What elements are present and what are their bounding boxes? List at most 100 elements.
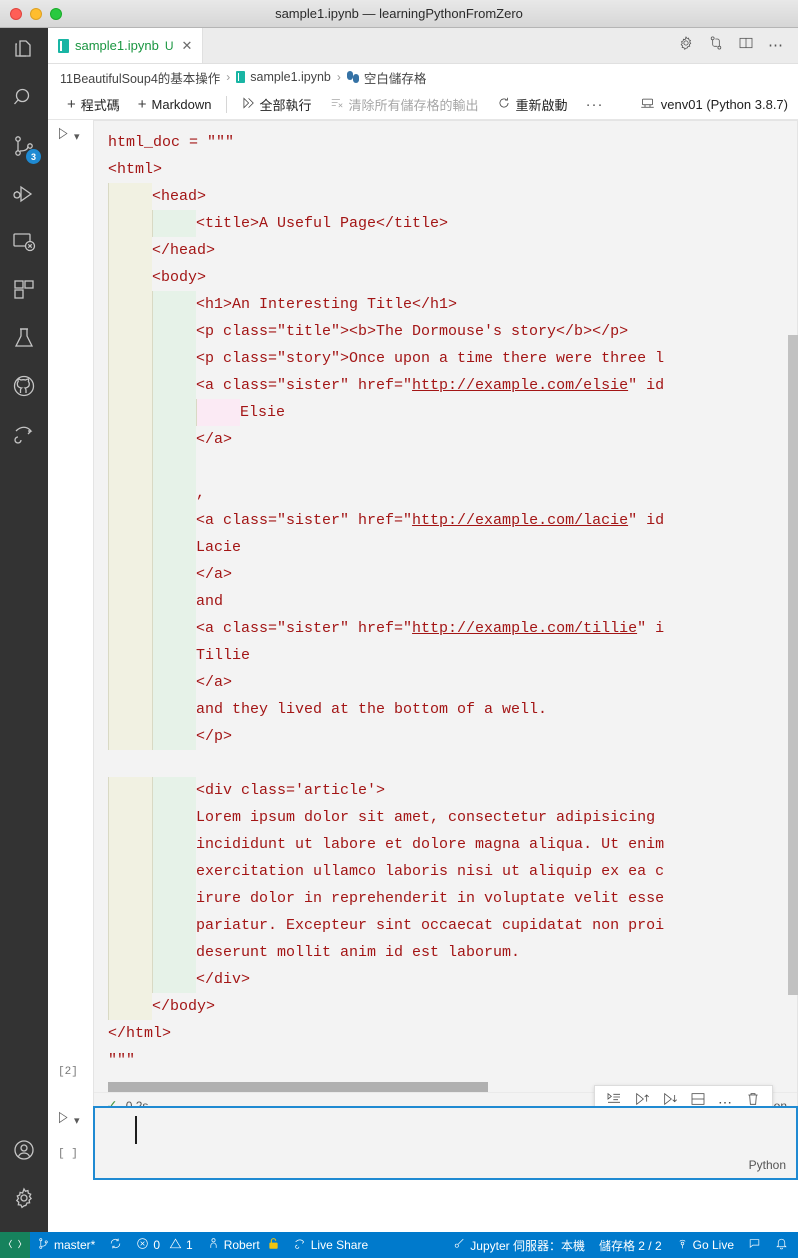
cell-2-language[interactable]: Python	[749, 1158, 786, 1172]
breadcrumb-item-cell[interactable]: 空白儲存格	[346, 68, 426, 87]
more-actions-icon[interactable]: ⋯	[768, 38, 784, 53]
status-cell-count[interactable]: 儲存格 2 / 2	[592, 1232, 669, 1258]
cell-1-code[interactable]: html_doc = """ <html> <head> <title>A Usefu…	[94, 121, 797, 1078]
code-line[interactable]: </p>	[94, 723, 797, 750]
code-line[interactable]: <h1>An Interesting Title</h1>	[94, 291, 797, 318]
breadcrumb-item-file[interactable]: sample1.ipynb	[236, 70, 331, 84]
code-line[interactable]: </a>	[94, 669, 797, 696]
code-line[interactable]: <title>A Useful Page</title>	[94, 210, 797, 237]
toolbar-more-button[interactable]: ···	[577, 97, 613, 112]
tab-sample1-ipynb[interactable]: sample1.ipynb U ✕	[48, 28, 204, 63]
status-branch[interactable]: master*	[30, 1232, 102, 1258]
sidebar-item-remote-explorer[interactable]	[0, 220, 48, 268]
cell-1-editor[interactable]: html_doc = """ <html> <head> <title>A Usefu…	[93, 120, 798, 1119]
status-sync[interactable]	[102, 1232, 129, 1258]
code-link[interactable]: http://example.com/tillie	[412, 620, 637, 637]
sidebar-item-accounts[interactable]	[0, 1128, 48, 1176]
breadcrumb-item-folder[interactable]: 11BeautifulSoup4的基本操作	[60, 68, 220, 87]
code-line[interactable]: Lacie	[94, 534, 797, 561]
code-line[interactable]: <p class="title"><b>The Dormouse's story…	[94, 318, 797, 345]
sidebar-item-manage-settings[interactable]	[0, 1176, 48, 1224]
scrollbar-thumb[interactable]	[788, 335, 798, 995]
code-line[interactable]: </a>	[94, 561, 797, 588]
title-bar: sample1.ipynb — learningPythonFromZero	[0, 0, 798, 28]
code-line[interactable]: and	[94, 588, 797, 615]
code-line[interactable]: incididunt ut labore et dolore magna ali…	[94, 831, 797, 858]
indent-guide-3	[196, 399, 240, 426]
remote-indicator-button[interactable]	[0, 1232, 30, 1258]
notebook-vertical-scrollbar[interactable]	[788, 120, 798, 1232]
code-line[interactable]: pariatur. Excepteur sint occaecat cupida…	[94, 912, 797, 939]
sidebar-item-explorer[interactable]	[0, 28, 48, 76]
code-line[interactable]: and they lived at the bottom of a well.	[94, 696, 797, 723]
sidebar-item-live-share[interactable]	[0, 412, 48, 460]
run-all-button[interactable]: 全部執行	[232, 95, 321, 114]
code-line[interactable]: </body>	[94, 993, 797, 1020]
add-code-cell-button[interactable]: + 程式碼	[58, 95, 129, 114]
code-line[interactable]: </html>	[94, 1020, 797, 1047]
code-line[interactable]: deserunt mollit anim id est laborum.	[94, 939, 797, 966]
status-feedback[interactable]	[741, 1232, 768, 1258]
code-link[interactable]: http://example.com/elsie	[412, 377, 628, 394]
code-line[interactable]: irure dolor in reprehenderit in voluptat…	[94, 885, 797, 912]
split-editor-icon[interactable]	[738, 35, 754, 56]
code-line[interactable]: <p class="story">Once upon a time there …	[94, 345, 797, 372]
code-line[interactable]: <a class="sister" href="http://example.c…	[94, 372, 797, 399]
sidebar-item-search[interactable]	[0, 76, 48, 124]
indent-guide-2	[152, 480, 196, 507]
kernel-selector[interactable]: venv01 (Python 3.8.7)	[640, 96, 798, 114]
code-line[interactable]: html_doc = """	[94, 129, 797, 156]
code-gutter-pad	[94, 615, 108, 642]
sidebar-item-source-control[interactable]: 3	[0, 124, 48, 172]
cell-2-input-area[interactable]	[95, 1108, 796, 1152]
code-line[interactable]: """	[94, 1047, 797, 1074]
code-gutter-pad	[94, 453, 108, 480]
code-line[interactable]: Lorem ipsum dolor sit amet, consectetur …	[94, 804, 797, 831]
code-line[interactable]: </head>	[94, 237, 797, 264]
code-gutter-pad	[94, 669, 108, 696]
restart-kernel-button[interactable]: 重新啟動	[488, 95, 577, 114]
cell-1-run-controls[interactable]: ▾	[55, 126, 95, 146]
code-line[interactable]: <div class='article'>	[94, 777, 797, 804]
code-line[interactable]: Tillie	[94, 642, 797, 669]
code-line[interactable]: </a>	[94, 426, 797, 453]
chevron-down-icon[interactable]: ▾	[74, 130, 80, 143]
cell-2-editor[interactable]: Python	[93, 1106, 798, 1180]
cell-2-run-controls[interactable]: ▾	[55, 1110, 95, 1130]
status-live-share[interactable]: Live Share	[287, 1232, 375, 1258]
code-line[interactable]	[94, 750, 797, 777]
diff-icon[interactable]	[708, 35, 724, 56]
sidebar-item-testing[interactable]	[0, 316, 48, 364]
status-problems[interactable]: 0 1	[129, 1232, 199, 1258]
code-line[interactable]: <html>	[94, 156, 797, 183]
code-line[interactable]: <body>	[94, 264, 797, 291]
sidebar-item-extensions[interactable]	[0, 268, 48, 316]
more-icon[interactable]: ⋯	[718, 1095, 733, 1109]
code-line[interactable]: <head>	[94, 183, 797, 210]
run-cell-icon[interactable]	[55, 1110, 70, 1130]
code-line[interactable]	[94, 453, 797, 480]
tab-close-button[interactable]: ✕	[182, 38, 193, 54]
cell-1-horizontal-scrollbar[interactable]	[108, 1082, 488, 1092]
run-cell-icon[interactable]	[55, 126, 70, 146]
code-gutter-pad	[94, 129, 108, 156]
sidebar-item-run-and-debug[interactable]	[0, 172, 48, 220]
gear-icon[interactable]	[678, 35, 694, 56]
code-gutter-pad	[94, 534, 108, 561]
code-line[interactable]: <a class="sister" href="http://example.c…	[94, 615, 797, 642]
chevron-down-icon[interactable]: ▾	[74, 1114, 80, 1127]
broadcast-icon	[676, 1237, 689, 1253]
status-user[interactable]: Robert	[200, 1232, 287, 1258]
code-line[interactable]: <a class="sister" href="http://example.c…	[94, 507, 797, 534]
status-jupyter-server[interactable]: Jupyter 伺服器：本機	[446, 1232, 592, 1258]
status-notifications[interactable]	[768, 1232, 798, 1258]
code-line[interactable]: exercitation ullamco laboris nisi ut ali…	[94, 858, 797, 885]
clear-outputs-button[interactable]: 清除所有儲存格的輸出	[321, 95, 488, 114]
code-line[interactable]: Elsie	[94, 399, 797, 426]
code-link[interactable]: http://example.com/lacie	[412, 512, 628, 529]
add-markdown-cell-button[interactable]: + Markdown	[129, 97, 221, 112]
sidebar-item-github[interactable]	[0, 364, 48, 412]
status-go-live[interactable]: Go Live	[669, 1232, 741, 1258]
code-line[interactable]: </div>	[94, 966, 797, 993]
code-line[interactable]: ,	[94, 480, 797, 507]
